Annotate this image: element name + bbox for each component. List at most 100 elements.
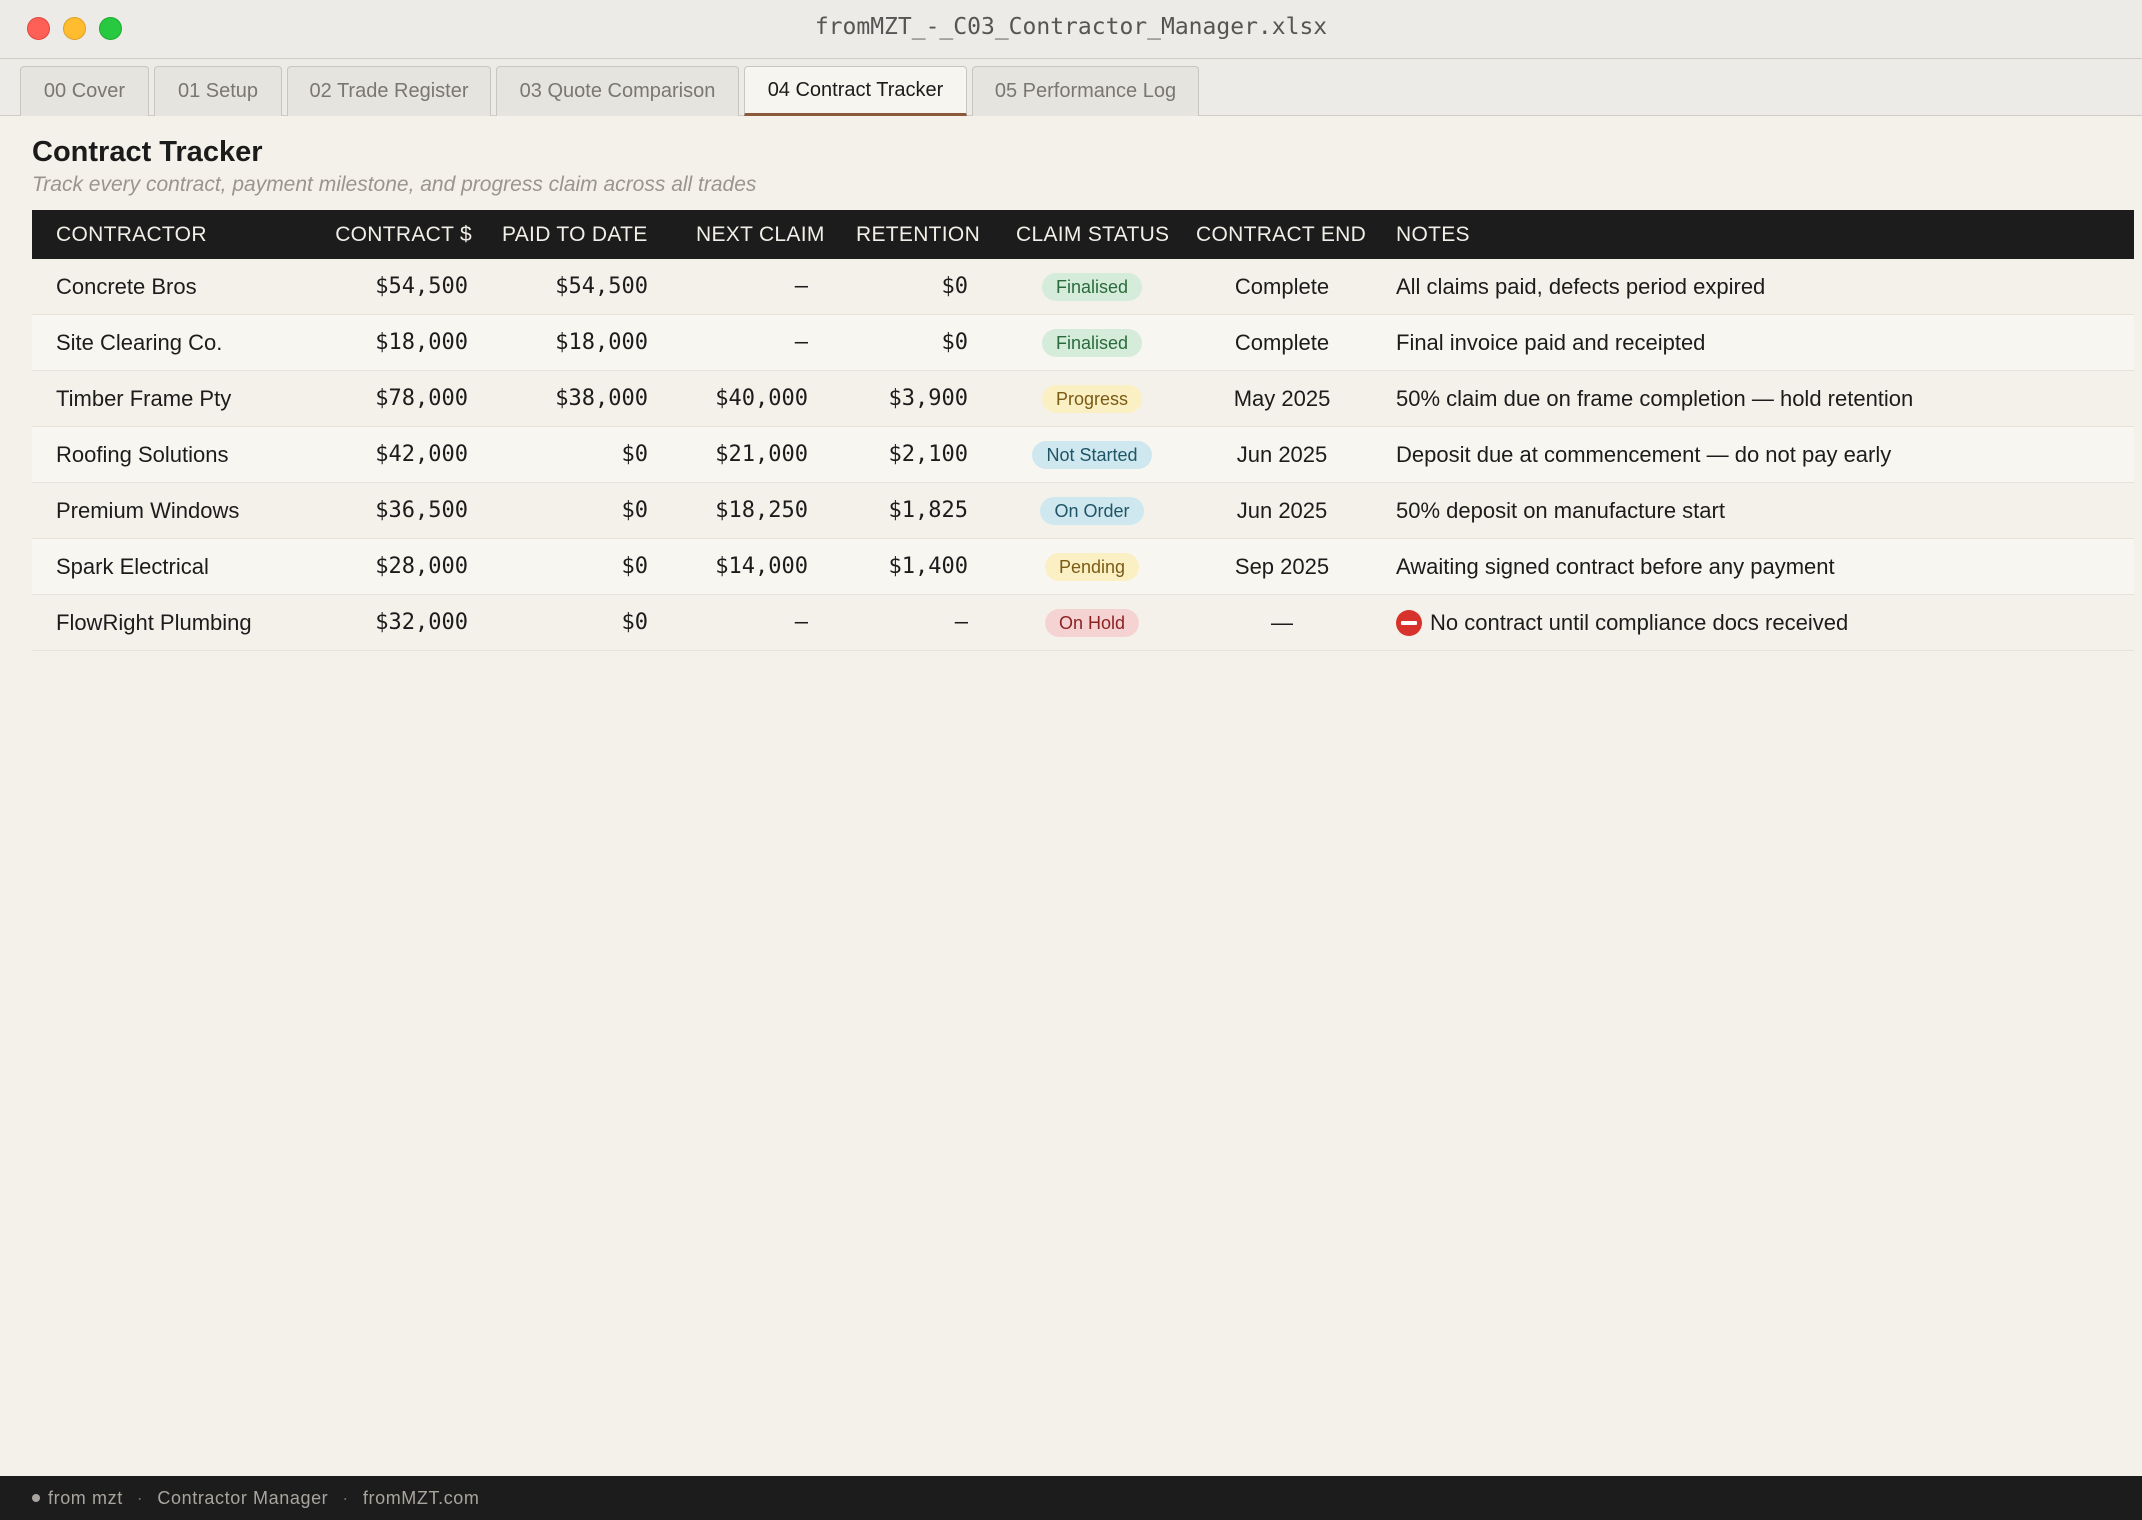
status-badge: On Order — [1040, 496, 1144, 525]
page-subtitle: Track every contract, payment milestone,… — [32, 173, 757, 196]
footer-brand: from mzt — [48, 1487, 123, 1508]
cell-contract-amount[interactable]: $54,500 — [232, 259, 468, 314]
notes-text: 50% deposit on manufacture start — [1396, 497, 1725, 523]
notes-text: Awaiting signed contract before any paym… — [1396, 553, 1835, 579]
cell-retention[interactable]: $1,825 — [792, 483, 968, 538]
tab-02-trade-register[interactable]: 02 Trade Register — [287, 66, 491, 116]
cell-paid-to-date[interactable]: $0 — [462, 539, 649, 594]
footer-product: Contractor Manager — [157, 1487, 329, 1508]
table-row[interactable]: Premium Windows $36,500 $0 $18,250 $1,825 On … — [32, 483, 2134, 539]
cell-retention[interactable]: – — [792, 595, 968, 650]
sheet-tab-bar: 00 Cover 01 Setup 02 Trade Register 03 Q… — [0, 59, 2142, 116]
cell-contract-end[interactable]: Complete — [1182, 315, 1382, 370]
cell-contract-end[interactable]: Jun 2025 — [1182, 427, 1382, 482]
column-header-contract[interactable]: CONTRACT $ — [232, 210, 472, 259]
cell-contract-amount[interactable]: $42,000 — [232, 427, 468, 482]
footer-site-link[interactable]: fromMZT.com — [363, 1488, 480, 1509]
cell-claim-status[interactable]: Finalised — [992, 259, 1192, 314]
cell-contractor[interactable]: Site Clearing Co. — [56, 315, 222, 370]
cell-contractor[interactable]: Spark Electrical — [56, 539, 209, 594]
cell-paid-to-date[interactable]: $38,000 — [462, 371, 648, 426]
cell-next-claim[interactable]: $14,000 — [632, 539, 808, 594]
cell-contractor[interactable]: Premium Windows — [56, 483, 239, 538]
cell-contractor[interactable]: Roofing Solutions — [56, 427, 228, 482]
cell-contract-amount[interactable]: $28,000 — [232, 539, 468, 594]
cell-contract-end[interactable]: Sep 2025 — [1182, 539, 1382, 594]
tab-03-quote-comparison[interactable]: 03 Quote Comparison — [496, 66, 739, 116]
cell-retention[interactable]: $3,900 — [792, 371, 968, 426]
tab-05-performance-log[interactable]: 05 Performance Log — [972, 66, 1199, 116]
footer-separator: · — [342, 1487, 349, 1508]
cell-notes[interactable]: Awaiting signed contract before any paym… — [1396, 539, 1835, 594]
cell-notes[interactable]: 50% deposit on manufacture start — [1396, 483, 1725, 538]
cell-contractor[interactable]: Concrete Bros — [56, 259, 197, 314]
table-row[interactable]: FlowRight Plumbing $32,000 $0– – On Hold — No … — [32, 595, 2134, 651]
column-header-contractor[interactable]: CONTRACTOR — [56, 210, 207, 259]
status-badge: On Hold — [1044, 608, 1140, 637]
column-header-claim-status[interactable]: CLAIM STATUS — [1016, 210, 1169, 259]
cell-contractor[interactable]: FlowRight Plumbing — [56, 595, 252, 650]
status-badge: Finalised — [1041, 272, 1143, 301]
cell-contract-end[interactable]: May 2025 — [1182, 371, 1382, 426]
notes-text: No contract until compliance docs receiv… — [1430, 609, 1849, 635]
status-badge: Progress — [1041, 384, 1143, 413]
no-entry-icon — [1396, 609, 1422, 636]
cell-notes[interactable]: No contract until compliance docs receiv… — [1396, 595, 1848, 650]
cell-paid-to-date[interactable]: $0 — [462, 427, 649, 482]
cell-claim-status[interactable]: On Order — [992, 483, 1192, 538]
status-badge: Finalised — [1041, 328, 1143, 357]
cell-contractor[interactable]: Timber Frame Pty — [56, 371, 231, 426]
cell-claim-status[interactable]: Not Started — [992, 427, 1192, 482]
cell-next-claim[interactable]: $40,000 — [632, 371, 808, 426]
page-title: Contract Tracker — [32, 136, 263, 168]
tab-04-contract-tracker[interactable]: 04 Contract Tracker — [744, 66, 967, 116]
cell-next-claim[interactable]: $21,000 — [632, 427, 808, 482]
column-header-paid-to-date[interactable]: PAID TO DATE — [502, 210, 648, 259]
window-titlebar: fromMZT_-_C03_Contractor_Manager.xlsx — [0, 0, 2142, 59]
table-row[interactable]: Concrete Bros $54,500 $54,500– $0 Finalised C… — [32, 259, 2134, 315]
cell-notes[interactable]: All claims paid, defects period expired — [1396, 259, 1765, 314]
column-header-next-claim[interactable]: NEXT CLAIM — [696, 210, 825, 259]
cell-paid-to-date[interactable]: $18,000 — [462, 315, 648, 370]
table-row[interactable]: Spark Electrical $28,000 $0 $14,000 $1,400 Pe… — [32, 539, 2134, 595]
cell-contract-end[interactable]: Jun 2025 — [1182, 483, 1382, 538]
cell-paid-to-date[interactable]: $0 — [462, 483, 649, 538]
table-row[interactable]: Site Clearing Co. $18,000 $18,000– $0 Finali… — [32, 315, 2134, 371]
cell-contract-end[interactable]: — — [1182, 595, 1382, 650]
cell-contract-end[interactable]: Complete — [1182, 259, 1382, 314]
column-header-contract-end[interactable]: CONTRACT END — [1196, 210, 1366, 259]
tab-01-setup[interactable]: 01 Setup — [154, 66, 282, 116]
cell-next-claim[interactable]: – — [632, 259, 808, 314]
cell-next-claim[interactable]: – — [632, 595, 808, 650]
tab-00-cover[interactable]: 00 Cover — [20, 66, 149, 116]
cell-retention[interactable]: $0 — [792, 259, 969, 314]
cell-retention[interactable]: $1,400 — [792, 539, 968, 594]
table-body: Concrete Bros $54,500 $54,500– $0 Finalised C… — [32, 259, 2134, 651]
cell-next-claim[interactable]: $18,250 — [632, 483, 808, 538]
cell-retention[interactable]: $0 — [792, 315, 969, 370]
notes-text: 50% claim due on frame completion — hold… — [1396, 385, 1914, 411]
cell-notes[interactable]: Final invoice paid and receipted — [1396, 315, 1705, 370]
cell-notes[interactable]: 50% claim due on frame completion — hold… — [1396, 371, 1913, 426]
notes-text: All claims paid, defects period expired — [1396, 273, 1766, 299]
cell-claim-status[interactable]: Finalised — [992, 315, 1192, 370]
cell-paid-to-date[interactable]: $0 — [462, 595, 649, 650]
cell-notes[interactable]: Deposit due at commencement — do not pay… — [1396, 427, 1891, 482]
cell-retention[interactable]: $2,100 — [792, 427, 968, 482]
cell-claim-status[interactable]: Progress — [992, 371, 1192, 426]
table-row[interactable]: Roofing Solutions $42,000 $0 $21,000 $2,100 N… — [32, 427, 2134, 483]
column-header-notes[interactable]: NOTES — [1396, 210, 1470, 259]
contract-table: CONTRACTOR CONTRACT $ PAID TO DATE NEXT … — [32, 210, 2134, 651]
cell-next-claim[interactable]: – — [632, 315, 808, 370]
cell-contract-amount[interactable]: $36,500 — [232, 483, 468, 538]
cell-contract-amount[interactable]: $32,000 — [232, 595, 468, 650]
cell-paid-to-date[interactable]: $54,500 — [462, 259, 648, 314]
table-row[interactable]: Timber Frame Pty $78,000 $38,000 $40,000 $3,… — [32, 371, 2134, 427]
column-header-retention[interactable]: RETENTION — [856, 210, 980, 259]
cell-contract-amount[interactable]: $18,000 — [232, 315, 468, 370]
footer-bar: from mzt · Contractor Manager · fromMZT.… — [0, 1476, 2142, 1520]
cell-claim-status[interactable]: On Hold — [992, 595, 1192, 650]
cell-contract-amount[interactable]: $78,000 — [232, 371, 468, 426]
cell-claim-status[interactable]: Pending — [992, 539, 1192, 594]
table-header-row: CONTRACTOR CONTRACT $ PAID TO DATE NEXT … — [32, 210, 2134, 259]
